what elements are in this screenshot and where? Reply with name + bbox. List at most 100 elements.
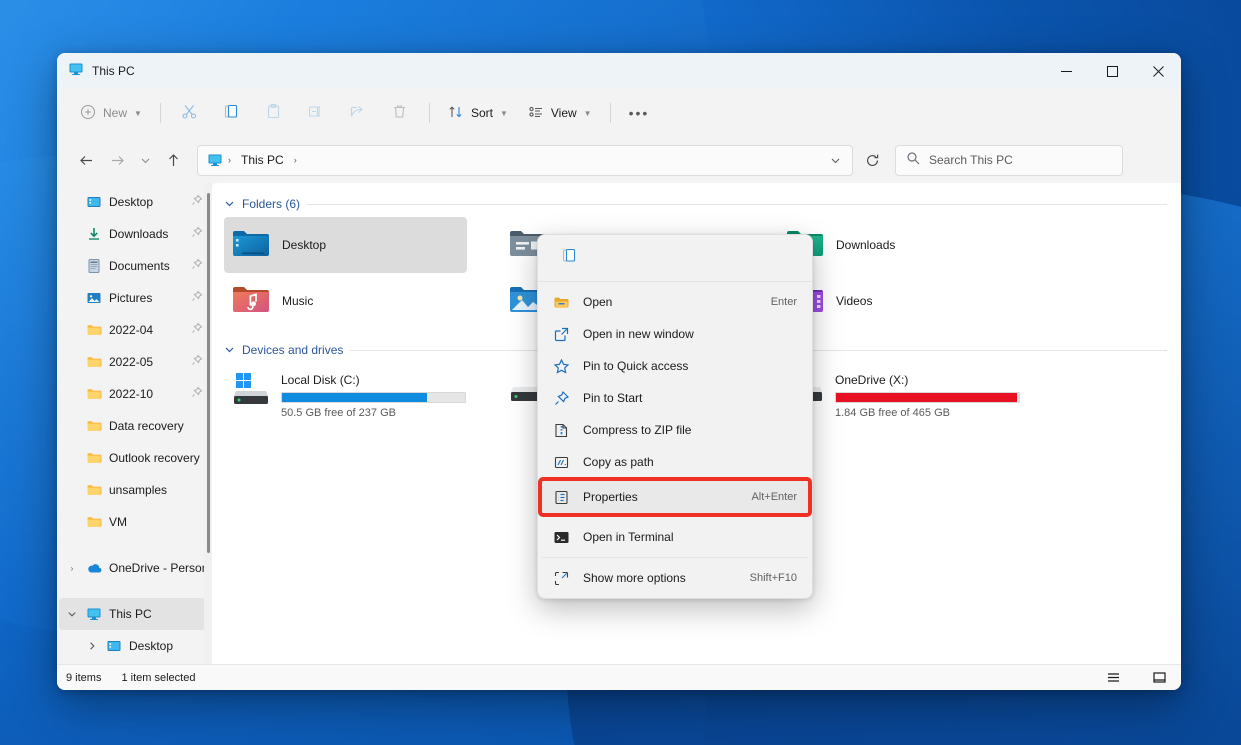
drive-tile-onedrive-x[interactable]: OneDrive (X:) 1.84 GB free of 465 GB: [778, 365, 1038, 425]
navigation-pane[interactable]: Desktop Downloads Documents Pictures 202…: [57, 183, 212, 664]
paste-button[interactable]: [254, 97, 294, 129]
back-button[interactable]: [71, 145, 101, 175]
sort-button[interactable]: Sort ▼: [439, 97, 517, 129]
drive-meta: OneDrive (X:) 1.84 GB free of 465 GB: [835, 371, 1020, 419]
address-dropdown-button[interactable]: [824, 148, 846, 173]
sidebar-item-vm[interactable]: VM: [59, 506, 210, 538]
rename-icon: [307, 103, 324, 123]
chevron-down-icon[interactable]: [65, 609, 79, 619]
context-menu-item-open[interactable]: Open Enter: [542, 286, 808, 318]
more-options-button[interactable]: •••: [620, 97, 659, 129]
context-menu-item-show-more-options[interactable]: Show more options Shift+F10: [542, 562, 808, 594]
context-menu-item-properties[interactable]: Properties Alt+Enter: [538, 477, 812, 517]
folder-tile-videos[interactable]: Videos: [778, 273, 1021, 329]
sidebar-scrollbar-thumb[interactable]: [207, 193, 210, 553]
sidebar-item-this-pc-desktop[interactable]: Desktop: [59, 630, 210, 662]
desktop-folder-icon: [232, 227, 270, 264]
rename-button[interactable]: [296, 97, 336, 129]
drive-tile-local-disk-c[interactable]: Local Disk (C:) 50.5 GB free of 237 GB: [224, 365, 484, 425]
folder-tile-music[interactable]: Music: [224, 273, 467, 329]
recent-locations-button[interactable]: [133, 145, 157, 175]
close-button[interactable]: [1135, 53, 1181, 89]
forward-button[interactable]: [102, 145, 132, 175]
desktop-icon: [85, 194, 103, 210]
file-explorer-window: This PC New ▼ Sort ▼ View ▼ ••• › This P…: [57, 53, 1181, 690]
address-bar[interactable]: › This PC ›: [197, 144, 853, 176]
chevron-right-icon[interactable]: ›: [65, 564, 79, 573]
sidebar-item-desktop[interactable]: Desktop: [59, 186, 210, 218]
sidebar-item-label: 2022-04: [109, 323, 154, 337]
pin-icon: [191, 385, 203, 403]
sidebar-item-label: Data recovery: [109, 419, 184, 433]
folder-tile-desktop[interactable]: Desktop: [224, 217, 467, 273]
address-bar-row: › This PC › Search This PC: [57, 137, 1181, 183]
sort-icon: [448, 104, 464, 123]
search-input[interactable]: Search This PC: [929, 153, 1013, 167]
context-menu-item-compress-to-zip[interactable]: Compress to ZIP file: [542, 414, 808, 446]
search-box[interactable]: Search This PC: [895, 144, 1123, 176]
sidebar-item-this-pc[interactable]: This PC: [59, 598, 210, 630]
sidebar-item-documents[interactable]: Documents: [59, 250, 210, 282]
toolbar-divider: [159, 103, 161, 123]
breadcrumb-this-pc[interactable]: This PC: [236, 151, 289, 169]
folder-open-icon: [552, 294, 570, 311]
folder-tile-downloads[interactable]: Downloads: [778, 217, 1021, 273]
chevron-right-icon[interactable]: [85, 641, 99, 651]
chevron-down-icon[interactable]: [224, 344, 235, 357]
drive-name: Local Disk (C:): [281, 373, 360, 387]
context-menu-item-accelerator: Alt+Enter: [751, 491, 797, 503]
sidebar-item-2022-04[interactable]: 2022-04: [59, 314, 210, 346]
title-bar-left: This PC: [57, 61, 135, 82]
context-menu-item-pin-to-quick-access[interactable]: Pin to Quick access: [542, 350, 808, 382]
scissors-icon: [181, 103, 198, 123]
sidebar-item-downloads[interactable]: Downloads: [59, 218, 210, 250]
sidebar-item-outlook-recovery[interactable]: Outlook recovery: [59, 442, 210, 474]
large-icons-view-icon[interactable]: [1146, 667, 1172, 689]
new-button[interactable]: New ▼: [71, 97, 151, 129]
copy-button[interactable]: [552, 242, 586, 274]
delete-button[interactable]: [380, 97, 420, 129]
cut-button[interactable]: [170, 97, 210, 129]
sidebar-item-label: 2022-05: [109, 355, 154, 369]
file-list-pane[interactable]: Folders (6) Desktop Downloads Music Vide…: [212, 183, 1181, 664]
context-menu-item-label: Show more options: [583, 571, 686, 585]
sidebar-item-onedrive[interactable]: › OneDrive - Personal: [59, 552, 210, 584]
details-view-icon[interactable]: [1100, 667, 1126, 689]
maximize-button[interactable]: [1089, 53, 1135, 89]
sidebar-item-pictures[interactable]: Pictures: [59, 282, 210, 314]
terminal-icon: [552, 529, 570, 546]
sidebar-item-unsamples[interactable]: unsamples: [59, 474, 210, 506]
star-icon: [552, 358, 570, 375]
folders-group-header[interactable]: Folders (6): [224, 191, 1181, 217]
sidebar-item-2022-05[interactable]: 2022-05: [59, 346, 210, 378]
copy-icon: [561, 247, 578, 269]
view-button[interactable]: View ▼: [519, 97, 601, 129]
chevron-down-icon[interactable]: [224, 198, 235, 211]
minimize-button[interactable]: [1043, 53, 1089, 89]
status-item-count: 9 items: [66, 671, 102, 684]
context-menu-item-open-in-terminal[interactable]: Open in Terminal: [542, 521, 808, 553]
this-pc-monitor-icon: [68, 61, 84, 82]
sidebar-item-data-recovery[interactable]: Data recovery: [59, 410, 210, 442]
search-icon: [906, 151, 920, 170]
breadcrumb-separator-2[interactable]: ›: [293, 155, 298, 165]
ellipsis-icon: •••: [628, 105, 650, 121]
drive-free-space: 50.5 GB free of 237 GB: [281, 407, 396, 419]
sidebar-item-2022-10[interactable]: 2022-10: [59, 378, 210, 410]
refresh-button[interactable]: [858, 145, 886, 175]
folder-icon: [85, 322, 103, 338]
pin-icon: [191, 193, 203, 211]
context-menu-item-label: Properties: [583, 490, 638, 504]
context-menu-item-label: Pin to Start: [583, 391, 643, 405]
context-menu-item-open-in-new-window[interactable]: Open in new window: [542, 318, 808, 350]
context-menu-item-copy-as-path[interactable]: Copy as path: [542, 446, 808, 478]
context-menu[interactable]: Open Enter Open in new window Pin to Qui…: [537, 234, 813, 599]
copy-button[interactable]: [212, 97, 252, 129]
breadcrumb-separator: ›: [228, 155, 231, 165]
share-button[interactable]: [338, 97, 378, 129]
download-icon: [85, 226, 103, 242]
zip-icon: [552, 422, 570, 439]
up-button[interactable]: [158, 145, 188, 175]
context-menu-item-pin-to-start[interactable]: Pin to Start: [542, 382, 808, 414]
drive-meta: Local Disk (C:) 50.5 GB free of 237 GB: [281, 371, 466, 419]
